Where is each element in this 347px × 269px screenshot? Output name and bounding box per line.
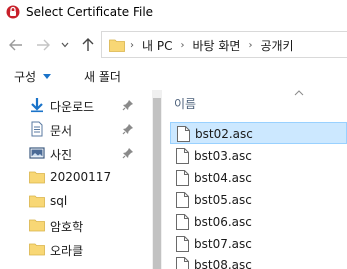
up-button[interactable] <box>80 28 96 62</box>
download-icon <box>31 98 43 113</box>
sidebar-item-label: 20200117 <box>50 170 112 184</box>
file-icon <box>176 148 189 164</box>
file-row-bst05[interactable]: bst05.asc <box>170 189 347 211</box>
organize-button[interactable]: 구성 <box>14 68 52 85</box>
chevron-down-icon <box>61 42 69 48</box>
forward-arrow-icon <box>37 39 50 51</box>
dropdown-caret-icon <box>43 74 52 79</box>
breadcrumb-separator-icon: › <box>130 40 134 51</box>
sidebar-item-20200117[interactable]: 20200117 <box>0 165 152 189</box>
file-icon <box>177 126 190 142</box>
sidebar-item-sql[interactable]: sql <box>0 189 152 213</box>
folder-icon <box>29 171 45 184</box>
breadcrumb-item-my-pc[interactable]: 내 PC <box>142 37 172 54</box>
documents-icon <box>31 121 43 137</box>
breadcrumb-separator-icon: › <box>180 40 185 51</box>
file-icon <box>176 257 189 269</box>
sidebar-item-documents[interactable]: 문서 <box>0 117 152 141</box>
file-list: 이름 bst02.asc bst03.asc bst04.asc bst05.a… <box>162 90 347 269</box>
file-icon <box>176 192 189 208</box>
sidebar-item-oracle[interactable]: 오라클 <box>0 237 152 261</box>
file-icon <box>176 236 189 252</box>
app-icon <box>6 5 20 19</box>
up-arrow-icon <box>82 38 94 51</box>
pin-icon[interactable] <box>122 123 134 135</box>
sidebar-item-downloads[interactable]: 다운로드 <box>0 93 152 117</box>
new-folder-button[interactable]: 새 폴더 <box>84 68 121 85</box>
file-icon <box>176 214 189 230</box>
folder-icon <box>109 39 125 52</box>
breadcrumb: › 내 PC › 바탕 화면 › 공개키 <box>130 37 294 54</box>
file-row-bst07[interactable]: bst07.asc <box>170 233 347 255</box>
file-name: bst03.asc <box>194 149 252 163</box>
pin-icon[interactable] <box>122 99 134 111</box>
sidebar-item-label: 사진 <box>50 148 73 162</box>
column-header-name[interactable]: 이름 <box>174 95 196 112</box>
title-bar: Select Certificate File <box>0 0 347 26</box>
sidebar-item-label: sql <box>50 194 68 208</box>
navigation-pane-scrollbar[interactable] <box>152 90 162 269</box>
file-name: bst04.asc <box>194 171 252 185</box>
scrollbar-thumb[interactable] <box>153 98 161 269</box>
window-title: Select Certificate File <box>26 5 154 19</box>
file-row-bst04[interactable]: bst04.asc <box>170 167 347 189</box>
file-name: bst02.asc <box>195 127 253 141</box>
sidebar-item-pictures[interactable]: 사진 <box>0 141 152 165</box>
sidebar-item-label: 다운로드 <box>50 100 95 114</box>
breadcrumb-item-public-key[interactable]: 공개키 <box>260 37 293 54</box>
back-arrow-icon <box>9 39 22 51</box>
file-name: bst07.asc <box>194 237 252 251</box>
command-bar: 구성 새 폴더 <box>0 62 347 90</box>
pin-icon[interactable] <box>122 147 134 159</box>
file-icon <box>176 170 189 186</box>
folder-icon <box>29 195 45 208</box>
sort-ascending-icon <box>294 90 304 96</box>
folder-icon <box>29 243 45 256</box>
forward-button[interactable] <box>33 28 53 62</box>
sidebar-item-label: 오라클 <box>50 244 84 258</box>
file-row-bst03[interactable]: bst03.asc <box>170 145 347 167</box>
file-name: bst05.asc <box>194 193 252 207</box>
recent-locations-button[interactable] <box>59 28 71 62</box>
file-row-bst06[interactable]: bst06.asc <box>170 211 347 233</box>
sidebar-item-label: 암호학 <box>50 220 84 234</box>
navigation-bar: › 내 PC › 바탕 화면 › 공개키 <box>0 28 347 62</box>
sidebar-item-cryptography[interactable]: 암호학 <box>0 213 152 237</box>
sidebar-item-label: 문서 <box>50 124 73 138</box>
navigation-pane: 다운로드 문서 사진 20200117 sql 암호학 오라클 <box>0 90 152 269</box>
file-row-bst02[interactable]: bst02.asc <box>170 122 347 144</box>
address-bar[interactable]: › 내 PC › 바탕 화면 › 공개키 <box>101 31 347 58</box>
breadcrumb-item-desktop[interactable]: 바탕 화면 <box>192 37 240 54</box>
file-name: bst06.asc <box>194 215 252 229</box>
file-row-bst08[interactable]: bst08.asc <box>170 254 347 269</box>
organize-label: 구성 <box>14 70 37 84</box>
file-name: bst08.asc <box>194 258 252 269</box>
folder-icon <box>29 219 45 232</box>
back-button[interactable] <box>6 28 26 62</box>
breadcrumb-separator-icon: › <box>248 40 253 51</box>
pictures-icon <box>29 147 45 159</box>
